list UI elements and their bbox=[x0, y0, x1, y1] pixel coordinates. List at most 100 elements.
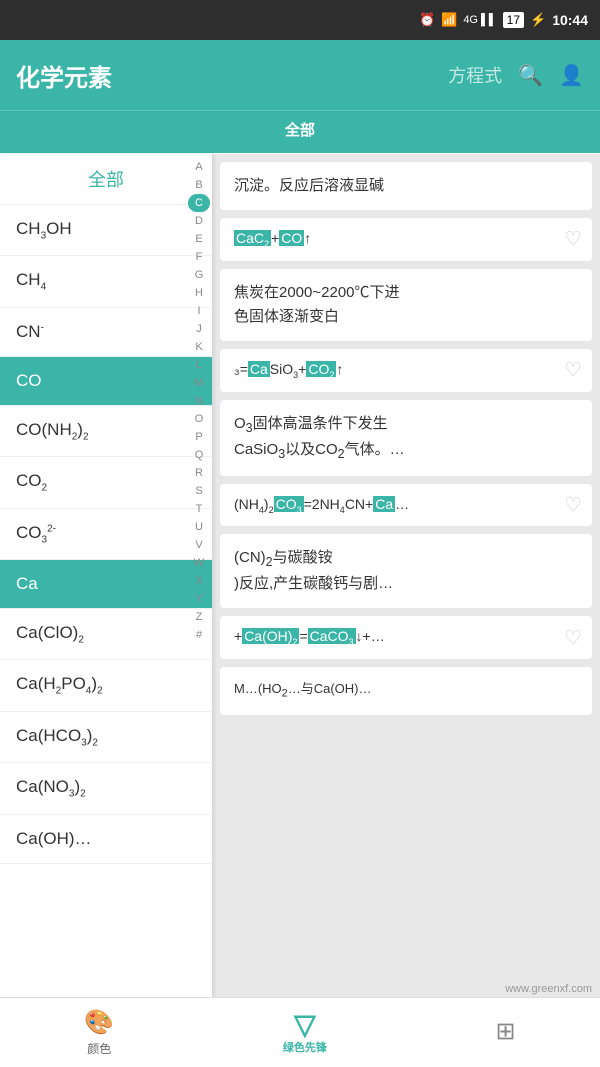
battery-icon: ⚡ bbox=[530, 12, 546, 28]
tab-all[interactable]: 全部 bbox=[0, 109, 600, 156]
bottom-nav: 🎨 颜色 ▽ 绿色先锋 ⊞ bbox=[0, 997, 600, 1067]
alpha-K[interactable]: K bbox=[188, 338, 210, 356]
alpha-W[interactable]: W bbox=[188, 554, 210, 572]
nav-color-label: 颜色 bbox=[87, 1040, 111, 1057]
app-header: 化学元素 方程式 🔍 👤 bbox=[0, 40, 600, 110]
alpha-V[interactable]: V bbox=[188, 536, 210, 554]
highlight-CaSiO3: Ca bbox=[248, 361, 270, 377]
content-area: 沉淀。反应后溶液显碱 CaC2+CO↑ ♡ 焦炭在2000~2200℃下进色固体… bbox=[212, 154, 600, 997]
alpha-B[interactable]: B bbox=[188, 176, 210, 194]
status-bar: ⏰ 📶 4G ▌▌ 17 ⚡ 10:44 bbox=[0, 0, 600, 40]
alpha-Z[interactable]: Z bbox=[188, 608, 210, 626]
sidebar-item-CONH22[interactable]: CO(NH2)2 bbox=[0, 406, 212, 457]
sidebar-item-CN-[interactable]: CN- bbox=[0, 308, 212, 357]
sub-header: 全部 bbox=[0, 110, 600, 154]
content-card-8: +Ca(OH)2=CaCO3↓+… ♡ bbox=[220, 616, 592, 659]
sidebar-item-CO[interactable]: CO bbox=[0, 357, 212, 406]
card5-text: O3固体高温条件下发生CaSiO3以及CO2气体。… bbox=[234, 412, 578, 464]
heart-icon-4[interactable]: ♡ bbox=[564, 358, 582, 383]
alpha-H[interactable]: H bbox=[188, 284, 210, 302]
card7-text: (CN)2与碳酸铵)反应,产生碳酸钙与剧… bbox=[234, 546, 578, 596]
content-card-6: (NH4)2CO3=2NH4CN+Ca… ♡ bbox=[220, 484, 592, 527]
card2-formula: CaC2+CO↑ bbox=[234, 230, 556, 249]
alpha-F[interactable]: F bbox=[188, 248, 210, 266]
sidebar-item-CaOH[interactable]: Ca(OH)… bbox=[0, 815, 212, 864]
alpha-U[interactable]: U bbox=[188, 518, 210, 536]
search-icon[interactable]: 🔍 bbox=[518, 63, 543, 88]
alpha-X[interactable]: X bbox=[188, 572, 210, 590]
card8-formula: +Ca(OH)2=CaCO3↓+… bbox=[234, 628, 556, 647]
battery-text: 17 bbox=[503, 12, 524, 28]
alpha-Y[interactable]: Y bbox=[188, 590, 210, 608]
wifi-icon: 📶 bbox=[441, 12, 457, 28]
alpha-L[interactable]: L bbox=[188, 356, 210, 374]
sidebar-item-CaH2PO42[interactable]: Ca(H2PO4)2 bbox=[0, 660, 212, 711]
main-area: 全部 CH3OH CH4 CN- CO CO(NH2)2 CO2 CO32- C… bbox=[0, 154, 600, 997]
content-card-5: O3固体高温条件下发生CaSiO3以及CO2气体。… bbox=[220, 400, 592, 476]
alpha-N[interactable]: N bbox=[188, 392, 210, 410]
sidebar-item-CH3OH[interactable]: CH3OH bbox=[0, 205, 212, 256]
heart-icon-2[interactable]: ♡ bbox=[564, 227, 582, 252]
alpha-S[interactable]: S bbox=[188, 482, 210, 500]
alpha-A[interactable]: A bbox=[188, 158, 210, 176]
highlight-CO: CO bbox=[279, 230, 304, 246]
card1-text: 沉淀。反应后溶液显碱 bbox=[234, 174, 578, 198]
card6-formula: (NH4)2CO3=2NH4CN+Ca… bbox=[234, 496, 556, 515]
card3-text: 焦炭在2000~2200℃下进色固体逐渐变白 bbox=[234, 281, 578, 329]
content-card-9: M…(HO2…与Ca(OH)… bbox=[220, 667, 592, 715]
sidebar: 全部 CH3OH CH4 CN- CO CO(NH2)2 CO2 CO32- C… bbox=[0, 154, 212, 997]
card4-formula: ₃=CaSiO3+CO2↑ bbox=[234, 361, 556, 380]
alpha-P[interactable]: P bbox=[188, 428, 210, 446]
table-icon: ⊞ bbox=[496, 1017, 516, 1046]
highlight-CO2: CO2 bbox=[306, 361, 336, 377]
sidebar-item-CH4[interactable]: CH4 bbox=[0, 256, 212, 307]
alpha-D[interactable]: D bbox=[188, 212, 210, 230]
signal-icon: 4G ▌▌ bbox=[463, 14, 496, 26]
alpha-C[interactable]: C bbox=[188, 194, 210, 212]
sidebar-all-label[interactable]: 全部 bbox=[0, 154, 212, 205]
alpha-T[interactable]: T bbox=[188, 500, 210, 518]
color-icon: 🎨 bbox=[84, 1008, 114, 1037]
user-icon[interactable]: 👤 bbox=[559, 63, 584, 88]
logo-text: 绿色先锋 bbox=[283, 1039, 327, 1055]
highlight-CaOH2: Ca(OH)2 bbox=[242, 628, 299, 644]
alpha-hash[interactable]: # bbox=[188, 626, 210, 644]
card9-text: M…(HO2…与Ca(OH)… bbox=[234, 679, 578, 703]
alpha-R[interactable]: R bbox=[188, 464, 210, 482]
content-card-7: (CN)2与碳酸铵)反应,产生碳酸钙与剧… bbox=[220, 534, 592, 608]
alpha-M[interactable]: M bbox=[188, 374, 210, 392]
app-title: 化学元素 bbox=[16, 58, 448, 93]
alpha-I[interactable]: I bbox=[188, 302, 210, 320]
alpha-O[interactable]: O bbox=[188, 410, 210, 428]
nav-logo[interactable]: ▽ 绿色先锋 bbox=[283, 1011, 327, 1055]
alpha-J[interactable]: J bbox=[188, 320, 210, 338]
time-display: 10:44 bbox=[552, 12, 588, 28]
content-card-3: 焦炭在2000~2200℃下进色固体逐渐变白 bbox=[220, 269, 592, 341]
alpha-E[interactable]: E bbox=[188, 230, 210, 248]
alpha-Q[interactable]: Q bbox=[188, 446, 210, 464]
status-icons: ⏰ 📶 4G ▌▌ 17 ⚡ 10:44 bbox=[419, 12, 588, 28]
sidebar-item-CaHCO32[interactable]: Ca(HCO3)2 bbox=[0, 712, 212, 763]
equations-nav[interactable]: 方程式 bbox=[448, 62, 502, 88]
heart-icon-6[interactable]: ♡ bbox=[564, 492, 582, 517]
sidebar-item-CaNO32[interactable]: Ca(NO3)2 bbox=[0, 763, 212, 814]
alpha-G[interactable]: G bbox=[188, 266, 210, 284]
highlight-CO3: CO3 bbox=[274, 496, 304, 512]
highlight-CaCO3: CaCO3 bbox=[308, 628, 356, 644]
heart-icon-8[interactable]: ♡ bbox=[564, 625, 582, 650]
watermark: www.greenxf.com bbox=[505, 983, 592, 995]
content-card-4: ₃=CaSiO3+CO2↑ ♡ bbox=[220, 349, 592, 392]
logo-symbol: ▽ bbox=[294, 1011, 316, 1039]
highlight-Ca2: Ca bbox=[373, 496, 395, 512]
sidebar-item-CaClO2[interactable]: Ca(ClO)2 bbox=[0, 609, 212, 660]
alphabet-index: A B C D E F G H I J K L M N O P Q R S T … bbox=[186, 154, 212, 648]
sidebar-item-Ca[interactable]: Ca bbox=[0, 560, 212, 609]
header-nav: 方程式 🔍 👤 bbox=[448, 62, 584, 88]
content-card-1: 沉淀。反应后溶液显碱 bbox=[220, 162, 592, 210]
clock-icon: ⏰ bbox=[419, 12, 435, 28]
sidebar-item-CO2[interactable]: CO2 bbox=[0, 457, 212, 508]
nav-color[interactable]: 🎨 颜色 bbox=[84, 1008, 114, 1057]
nav-table[interactable]: ⊞ bbox=[496, 1017, 516, 1049]
sidebar-item-CO32-[interactable]: CO32- bbox=[0, 509, 212, 560]
highlight-CaC2: CaC2 bbox=[234, 230, 271, 246]
